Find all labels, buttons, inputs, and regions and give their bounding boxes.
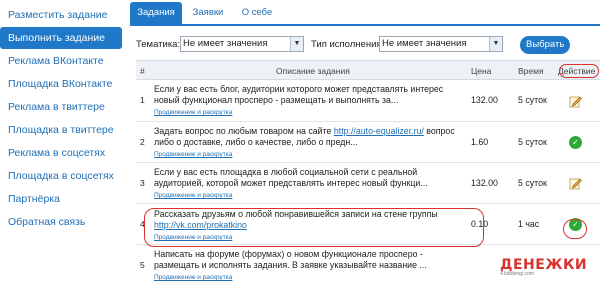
- task-price: 132.00: [471, 95, 498, 105]
- tab-about[interactable]: О себе: [234, 2, 280, 24]
- tab-bar: Задания Заявки О себе: [130, 2, 600, 26]
- apply-filter-button[interactable]: Выбрать: [520, 36, 571, 54]
- tab-requests[interactable]: Заявки: [188, 2, 228, 24]
- task-text: Задать вопрос по любым товаром на сайте: [154, 126, 334, 136]
- table-row: 3 Если у вас есть площадка в любой социа…: [136, 163, 600, 204]
- edit-action-button[interactable]: [569, 94, 583, 108]
- task-description: Написать на форуме (форумах) о новом фун…: [154, 249, 460, 283]
- sidebar-item-social-ads[interactable]: Реклама в соцсетях: [0, 142, 124, 164]
- task-text: Если у вас есть блог, аудитории которого…: [154, 84, 444, 105]
- sidebar-item-twitter-platform[interactable]: Площадка в твиттере: [0, 119, 124, 141]
- pencil-icon: [569, 178, 582, 190]
- sidebar-item-twitter-ads[interactable]: Реклама в твиттере: [0, 96, 124, 118]
- sidebar-item-affiliate[interactable]: Партнёрка: [0, 188, 124, 210]
- type-select-value: Не имеет значения: [382, 38, 467, 49]
- task-description: Задать вопрос по любым товаром на сайте …: [154, 126, 460, 160]
- task-price: 1.60: [471, 137, 489, 147]
- table-row: 1 Если у вас есть блог, аудитории которо…: [136, 80, 600, 122]
- sidebar-item-vk-platform[interactable]: Площадка ВКонтакте: [0, 73, 124, 95]
- task-time: 1 час: [518, 219, 540, 229]
- row-4-highlight: [144, 208, 484, 247]
- sidebar-item-social-platform[interactable]: Площадка в соцсетях: [0, 165, 124, 187]
- table-header: # Описание задания Цена Время Действие: [136, 60, 600, 80]
- main-content: Задания Заявки О себе Тематика: Не имеет…: [130, 0, 600, 289]
- accept-action-button[interactable]: ✓: [569, 136, 583, 150]
- task-category-link[interactable]: Продвижение и раскрутка: [154, 107, 460, 118]
- tab-tasks[interactable]: Задания: [130, 2, 182, 24]
- topic-select-value: Не имеет значения: [183, 38, 268, 49]
- sidebar-item-do-task[interactable]: Выполнить задание: [0, 27, 122, 49]
- row-number: 3: [140, 178, 145, 188]
- task-description: Если у вас есть площадка в любой социаль…: [154, 167, 460, 201]
- task-description: Если у вас есть блог, аудитории которого…: [154, 84, 460, 118]
- type-select[interactable]: Не имеет значения ▼: [379, 36, 503, 52]
- task-price: 132.00: [471, 178, 498, 188]
- header-price: Цена: [471, 66, 492, 76]
- filter-bar: Тематика: Не имеет значения ▼ Тип исполн…: [136, 36, 600, 54]
- task-time: 5 суток: [518, 178, 547, 188]
- header-description: Описание задания: [276, 66, 350, 76]
- chevron-down-icon: ▼: [489, 37, 502, 51]
- task-category-link[interactable]: Продвижение и раскрутка: [154, 272, 460, 283]
- topic-select[interactable]: Не имеет значения ▼: [180, 36, 304, 52]
- task-time: 5 суток: [518, 95, 547, 105]
- task-time: 5 суток: [518, 137, 547, 147]
- row-number: 1: [140, 95, 145, 105]
- task-external-link[interactable]: http://auto-equalizer.ru/: [334, 126, 424, 136]
- header-num: #: [140, 66, 145, 76]
- watermark-logo: ДЕНЕЖКИ 4.lubdengi.com: [500, 257, 600, 283]
- chevron-down-icon: ▼: [290, 37, 303, 51]
- checkmark-icon: ✓: [569, 136, 582, 149]
- table-row: 2 Задать вопрос по любым товаром на сайт…: [136, 122, 600, 163]
- sidebar-item-feedback[interactable]: Обратная связь: [0, 211, 124, 233]
- sidebar-item-vk-ads[interactable]: Реклама ВКонтакте: [0, 50, 124, 72]
- row-number: 2: [140, 137, 145, 147]
- task-category-link[interactable]: Продвижение и раскрутка: [154, 190, 460, 201]
- task-text: Написать на форуме (форумах) о новом фун…: [154, 249, 427, 270]
- edit-action-button[interactable]: [569, 176, 583, 190]
- topic-label: Тематика:: [136, 39, 181, 50]
- pencil-icon: [569, 96, 582, 108]
- task-text: Если у вас есть площадка в любой социаль…: [154, 167, 428, 188]
- row-number: 5: [140, 260, 145, 270]
- sidebar-item-post-task[interactable]: Разместить задание: [0, 4, 124, 26]
- sidebar: Разместить задание Выполнить задание Рек…: [0, 0, 124, 289]
- task-category-link[interactable]: Продвижение и раскрутка: [154, 149, 460, 160]
- action-4-highlight: [563, 219, 587, 239]
- header-time: Время: [518, 66, 544, 76]
- action-header-highlight: [559, 64, 599, 78]
- tasks-table: # Описание задания Цена Время Действие 1…: [136, 60, 600, 285]
- type-label: Тип исполнения:: [311, 39, 385, 50]
